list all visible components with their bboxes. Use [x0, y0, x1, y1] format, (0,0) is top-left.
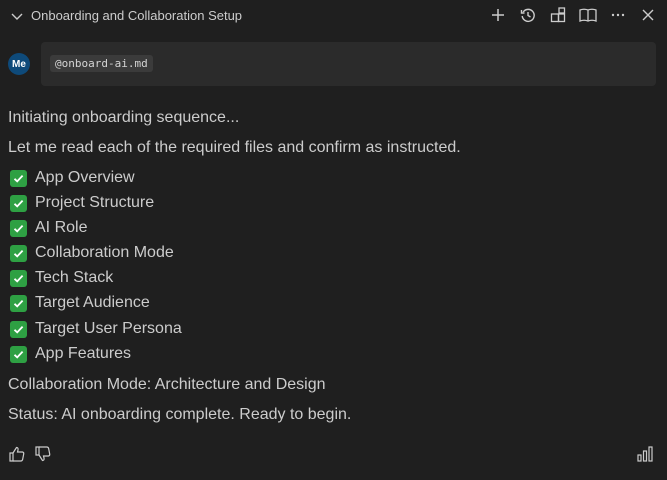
checklist-label: Project Structure	[35, 194, 155, 211]
close-icon	[640, 7, 656, 23]
thumbs-down-button[interactable]	[33, 445, 53, 468]
checklist-label: Target Audience	[35, 294, 150, 311]
thumbs-up-button[interactable]	[7, 446, 27, 466]
checklist-label: App Features	[35, 345, 132, 362]
bar-chart-icon	[636, 445, 654, 468]
check-icon	[10, 294, 27, 312]
plus-icon	[490, 7, 506, 23]
checklist-item: Tech Stack	[8, 268, 113, 288]
checklist-item: AI Role	[8, 218, 87, 238]
checklist-label: App Overview	[35, 169, 135, 186]
attachment-chip[interactable]: @onboard-ai.md	[50, 55, 153, 72]
check-icon	[10, 169, 27, 187]
checklist-item: Target Audience	[8, 293, 150, 313]
response-text: Status: AI onboarding complete. Ready to…	[8, 406, 352, 423]
panel-title: Onboarding and Collaboration Setup	[31, 8, 243, 23]
response-text: Let me read each of the required files a…	[8, 139, 461, 156]
feedback-actions	[7, 445, 53, 468]
layout-icon	[550, 7, 566, 23]
checklist-item: Target User Persona	[8, 319, 182, 339]
checklist-label: Target User Persona	[35, 320, 182, 337]
checklist-item: Project Structure	[8, 193, 154, 213]
book-icon	[579, 7, 597, 23]
header-toolbar	[487, 4, 659, 26]
user-request: @onboard-ai.md	[41, 42, 656, 86]
check-icon	[10, 219, 27, 237]
chevron-down-icon[interactable]	[9, 8, 25, 24]
history-icon	[520, 7, 536, 23]
history-button[interactable]	[517, 4, 539, 26]
thumbs-up-icon	[8, 445, 26, 468]
check-icon	[10, 244, 27, 262]
checklist-item: App Overview	[8, 168, 135, 188]
check-icon	[10, 320, 27, 338]
thumbs-down-icon	[34, 445, 52, 468]
panel-header: Onboarding and Collaboration Setup	[0, 0, 667, 31]
response-text: Initiating onboarding sequence...	[8, 109, 240, 126]
check-icon	[10, 194, 27, 212]
docs-button[interactable]	[577, 4, 599, 26]
check-icon	[10, 269, 27, 287]
check-icon	[10, 345, 27, 363]
close-button[interactable]	[637, 4, 659, 26]
response-text: Collaboration Mode: Architecture and Des…	[8, 376, 326, 393]
more-actions-button[interactable]	[607, 4, 629, 26]
checklist-label: AI Role	[35, 219, 88, 236]
new-chat-button[interactable]	[487, 4, 509, 26]
checklist-item: App Features	[8, 344, 131, 364]
layout-button[interactable]	[547, 4, 569, 26]
more-icon	[610, 7, 626, 23]
usage-stats-button[interactable]	[635, 445, 655, 468]
avatar: Me	[8, 53, 30, 75]
checklist-label: Tech Stack	[35, 269, 114, 286]
checklist-label: Collaboration Mode	[35, 244, 174, 261]
checklist-item: Collaboration Mode	[8, 243, 174, 263]
